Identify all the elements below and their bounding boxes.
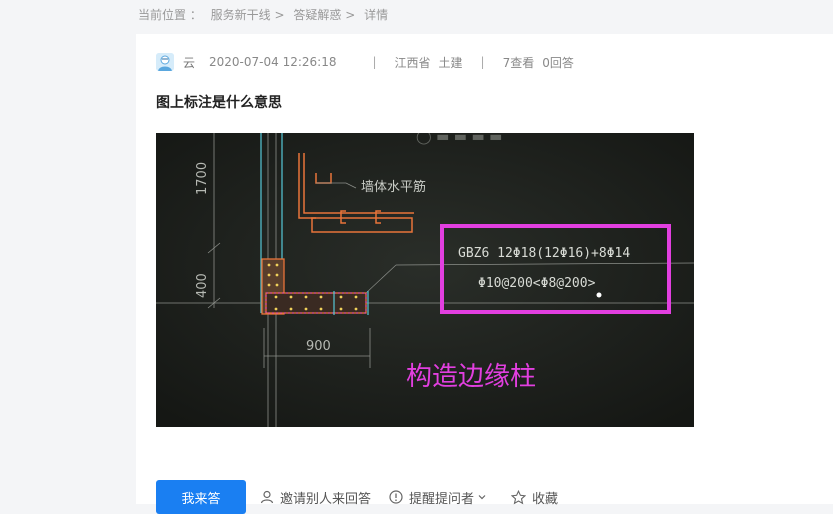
region: 江西省 <box>394 55 431 70</box>
user-icon <box>260 490 274 504</box>
answer-button[interactable]: 我来答 <box>156 480 246 514</box>
post-time: 2020-07-04 12:26:18 <box>209 55 337 69</box>
author-name[interactable]: 云 <box>183 54 195 71</box>
dim-400: 400 <box>195 273 210 298</box>
breadcrumb-separator: > <box>274 8 285 22</box>
divider: | <box>372 55 377 69</box>
breadcrumb-item-detail: 详情 <box>364 8 389 22</box>
breadcrumb-item-qa[interactable]: 答疑解惑 <box>293 8 341 22</box>
dim-900: 900 <box>306 339 331 354</box>
favorite-label: 收藏 <box>532 491 559 507</box>
favorite-action[interactable]: 收藏 <box>511 488 558 507</box>
view-count: 7查看 <box>502 55 535 70</box>
gbz-line1: GBZ6 12Φ18(12Φ16)+8Φ14 <box>458 246 630 261</box>
invite-label: 邀请别人来回答 <box>280 491 372 507</box>
avatar[interactable] <box>156 53 174 71</box>
cad-drawing-photo: ◯ ▬ ▬ ▬ ▬ 1700 400 墙体水平筋 900 GBZ6 12Φ18(… <box>156 133 694 427</box>
question-title: 图上标注是什么意思 <box>156 95 282 111</box>
question-card: 云 2020-07-04 12:26:18 | 江西省 土建 | 7查看 0回答… <box>136 34 833 514</box>
breadcrumb-separator: > <box>345 8 356 22</box>
alert-icon <box>389 490 403 504</box>
wall-label: 墙体水平筋 <box>361 179 426 195</box>
breadcrumb-item-service[interactable]: 服务新干线 <box>211 8 271 22</box>
breadcrumb-label: 当前位置 ： <box>138 8 202 22</box>
breadcrumb: 当前位置 ： 服务新干线 > 答疑解惑 > 详情 <box>138 6 393 23</box>
question-image[interactable]: ◯ ▬ ▬ ▬ ▬ 1700 400 墙体水平筋 900 GBZ6 12Φ18(… <box>156 133 694 427</box>
user-avatar-icon <box>156 53 174 71</box>
dim-1700: 1700 <box>195 162 210 195</box>
answer-count: 0回答 <box>542 55 574 70</box>
invite-action[interactable]: 邀请别人来回答 <box>260 488 371 507</box>
action-bar: 我来答 邀请别人来回答 提醒提问者 收藏 <box>156 480 576 514</box>
remind-action[interactable]: 提醒提问者 <box>389 488 493 507</box>
overlay-caption: 构造边缘柱 <box>406 362 536 392</box>
star-icon <box>511 489 527 504</box>
question-meta: 云 2020-07-04 12:26:18 | 江西省 土建 | 7查看 0回答 <box>156 52 574 72</box>
category: 土建 <box>438 55 463 70</box>
svg-text:◯ ▬ ▬ ▬ ▬: ◯ ▬ ▬ ▬ ▬ <box>416 133 502 145</box>
divider: | <box>480 55 485 69</box>
chevron-down-icon <box>478 495 486 500</box>
gbz-line2: Φ10@200<Φ8@200> <box>478 276 596 291</box>
remind-label: 提醒提问者 <box>409 491 475 507</box>
